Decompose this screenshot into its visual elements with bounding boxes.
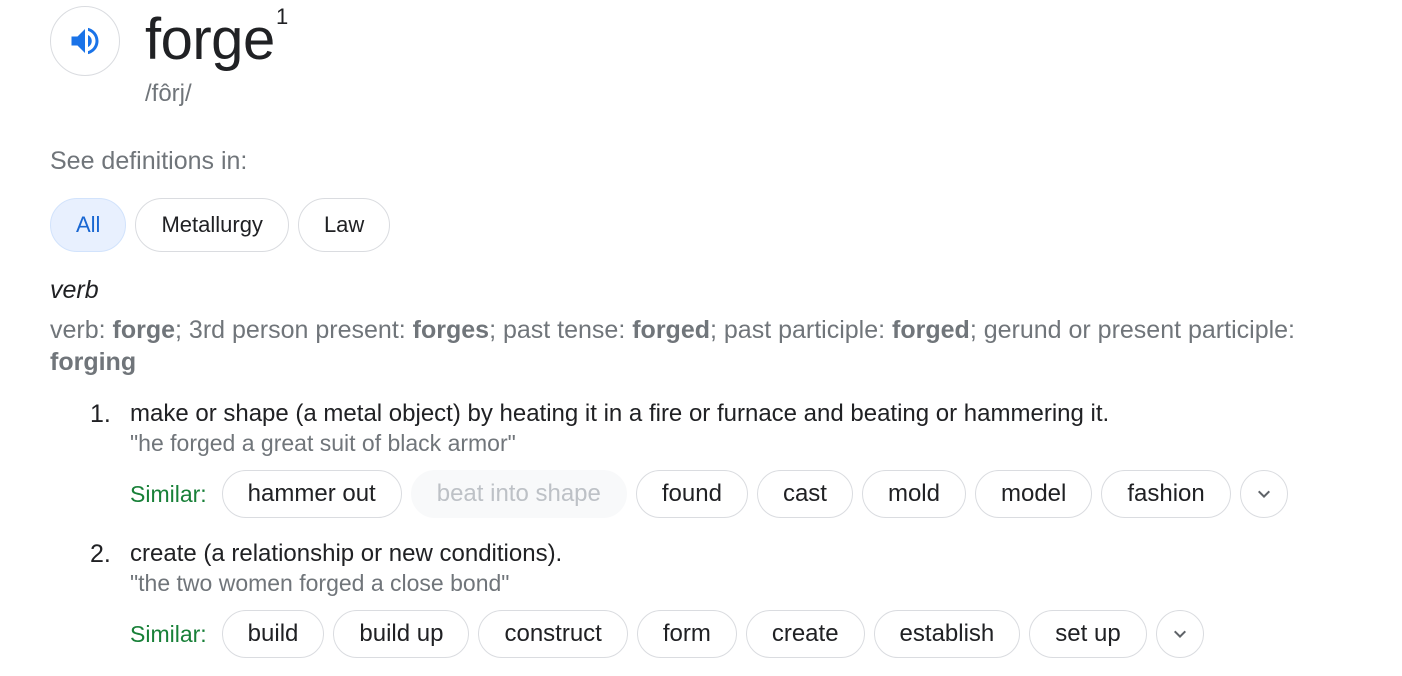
similar-label: Similar: (130, 480, 207, 507)
synonym-chip: beat into shape (410, 470, 627, 518)
form-gerund: forging (50, 348, 137, 376)
synonym-chip[interactable]: fashion (1101, 470, 1231, 518)
synonym-chip[interactable]: model (974, 470, 1093, 518)
homograph-number: 1 (276, 4, 289, 29)
part-of-speech: verb (50, 276, 99, 304)
definition-example: "he forged a great suit of black armor" (130, 430, 516, 456)
synonym-chip[interactable]: construct (478, 610, 628, 658)
synonym-chip[interactable]: found (635, 470, 748, 518)
synonym-chip[interactable]: cast (756, 470, 853, 518)
definition-text: create (a relationship or new conditions… (130, 540, 563, 567)
synonym-chip[interactable]: establish (873, 610, 1021, 658)
definition-number: 2. (90, 540, 111, 568)
synonym-chip[interactable]: hammer out (221, 470, 402, 518)
form-past-participle: forged (892, 316, 970, 344)
similar-row: Similar: hammer out beat into shape foun… (130, 470, 1288, 518)
synonym-chip[interactable]: form (636, 610, 737, 658)
similar-label: Similar: (130, 620, 207, 647)
similar-row: Similar: build build up construct form c… (130, 610, 1204, 658)
phonetic-spelling: /fôrj/ (145, 80, 192, 107)
past-tense-label: ; past tense: (489, 316, 633, 344)
definition-number: 1. (90, 400, 111, 428)
synonym-chip[interactable]: set up (1029, 610, 1147, 658)
gerund-label: ; gerund or present participle: (969, 316, 1295, 344)
synonym-chip[interactable]: create (745, 610, 865, 658)
chip-metallurgy[interactable]: Metallurgy (135, 198, 289, 252)
past-participle-label: ; past participle: (710, 316, 893, 344)
form-past-tense: forged (632, 316, 710, 344)
definition-example: "the two women forged a close bond" (130, 570, 510, 596)
chevron-down-icon (1257, 490, 1270, 498)
see-definitions-label: See definitions in: (50, 147, 248, 175)
expand-similar-button[interactable] (1155, 610, 1204, 658)
form-third-person: forges (412, 316, 490, 344)
chevron-down-icon (1173, 630, 1186, 638)
pronunciation-button[interactable] (50, 6, 120, 76)
definition-text: make or shape (a metal object) by heatin… (130, 400, 1110, 427)
headword: forge (145, 7, 275, 72)
third-person-label: ; 3rd person present: (175, 316, 413, 344)
verb-label: verb: (50, 316, 113, 344)
chip-all[interactable]: All (50, 198, 127, 252)
synonym-chip[interactable]: build (221, 610, 325, 658)
form-verb: forge (112, 316, 176, 344)
speaker-icon (71, 27, 99, 55)
verb-forms: verb: forge; 3rd person present: forges;… (50, 314, 1350, 378)
domain-filter-chips: All Metallurgy Law (50, 198, 391, 252)
synonym-chip[interactable]: build up (333, 610, 470, 658)
chip-law[interactable]: Law (297, 198, 391, 252)
synonym-chip[interactable]: mold (861, 470, 966, 518)
expand-similar-button[interactable] (1239, 470, 1288, 518)
